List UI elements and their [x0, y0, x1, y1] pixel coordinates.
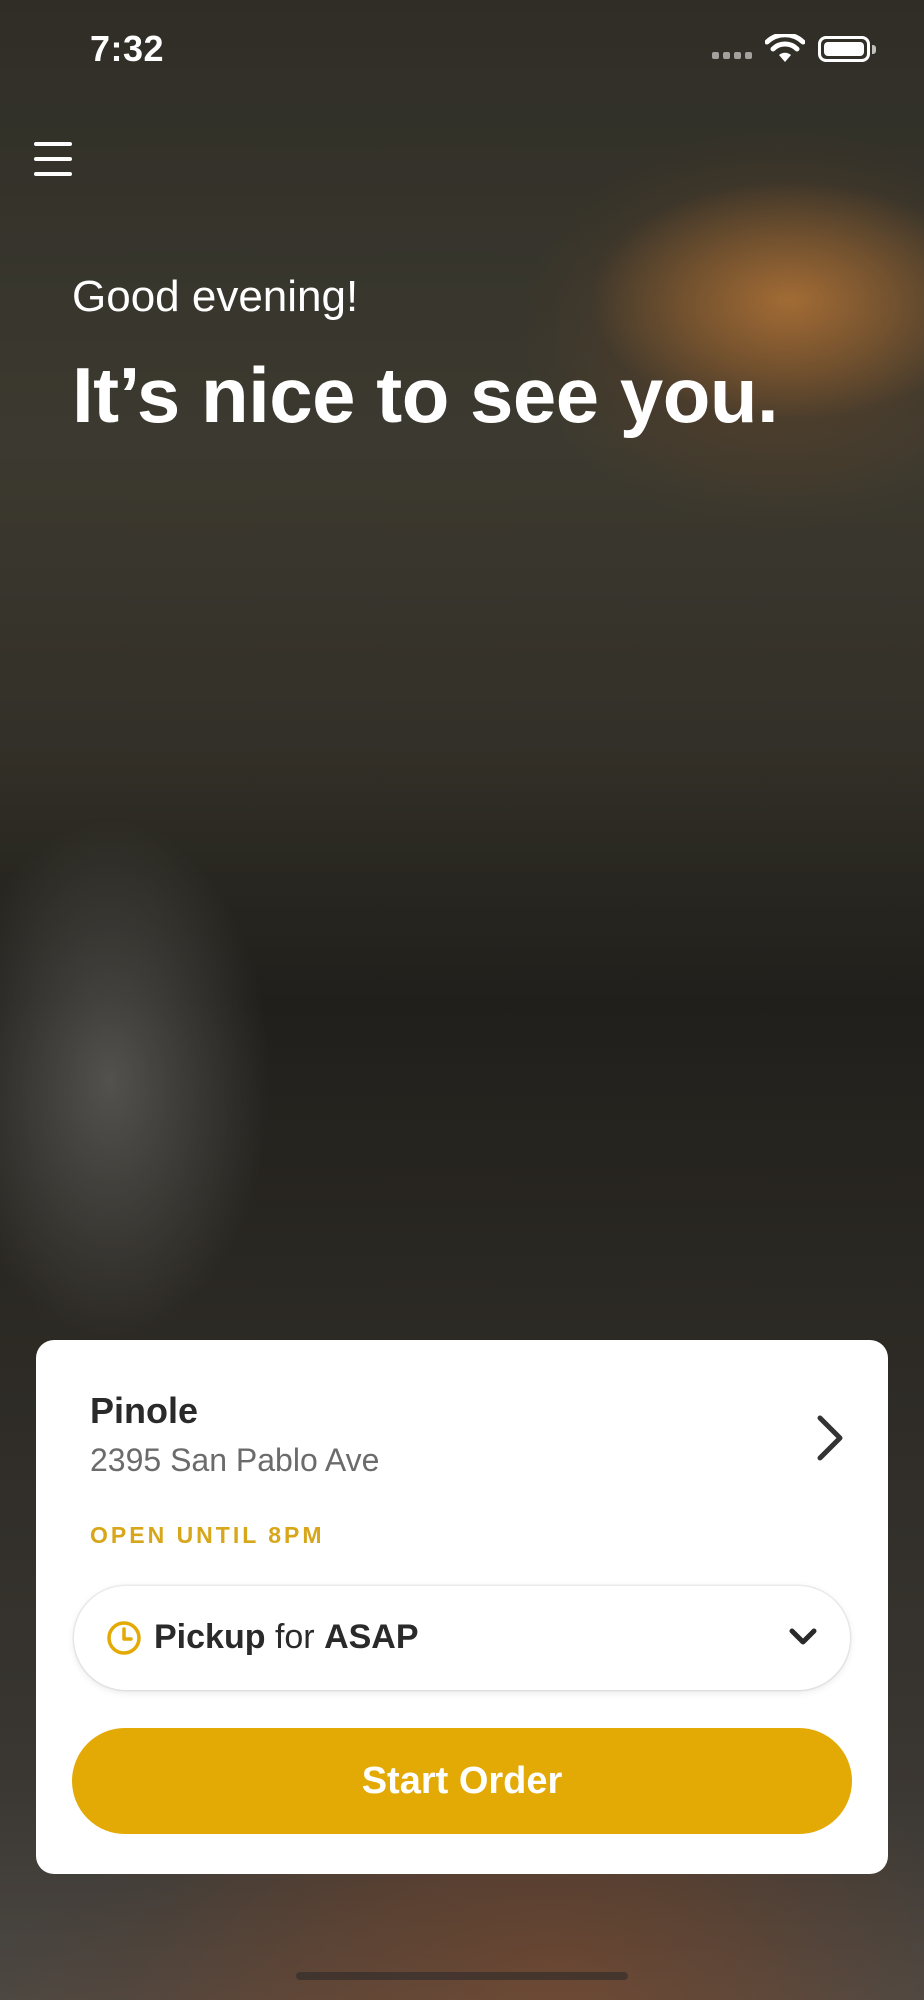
store-address: 2395 San Pablo Ave	[90, 1442, 380, 1478]
order-mode-dropdown[interactable]: Pickup for ASAP	[74, 1586, 850, 1690]
hamburger-menu-icon[interactable]	[34, 142, 72, 176]
wifi-icon	[765, 34, 805, 62]
order-mode-connector: for	[274, 1618, 315, 1656]
status-bar: 7:32	[0, 0, 924, 100]
open-status: OPEN UNTIL 8PM	[90, 1522, 325, 1548]
order-card: Pinole 2395 San Pablo Ave OPEN UNTIL 8PM…	[36, 1340, 888, 1874]
store-selector[interactable]: Pinole 2395 San Pablo Ave	[90, 1390, 850, 1500]
battery-icon	[818, 36, 876, 62]
store-name: Pinole	[90, 1390, 199, 1431]
start-order-button[interactable]: Start Order	[72, 1728, 852, 1834]
clock-icon	[107, 1621, 141, 1655]
chevron-right-icon	[817, 1415, 843, 1461]
order-mode-label: Pickup for ASAP	[154, 1618, 419, 1657]
order-mode-type: Pickup	[154, 1618, 266, 1656]
cellular-signal-icon	[712, 52, 752, 59]
greeting-text: Good evening!	[72, 272, 359, 321]
chevron-down-icon	[789, 1628, 817, 1645]
home-indicator[interactable]	[296, 1972, 628, 1980]
status-time: 7:32	[90, 28, 165, 69]
headline-text: It’s nice to see you.	[72, 351, 779, 439]
order-mode-time: ASAP	[324, 1618, 419, 1656]
